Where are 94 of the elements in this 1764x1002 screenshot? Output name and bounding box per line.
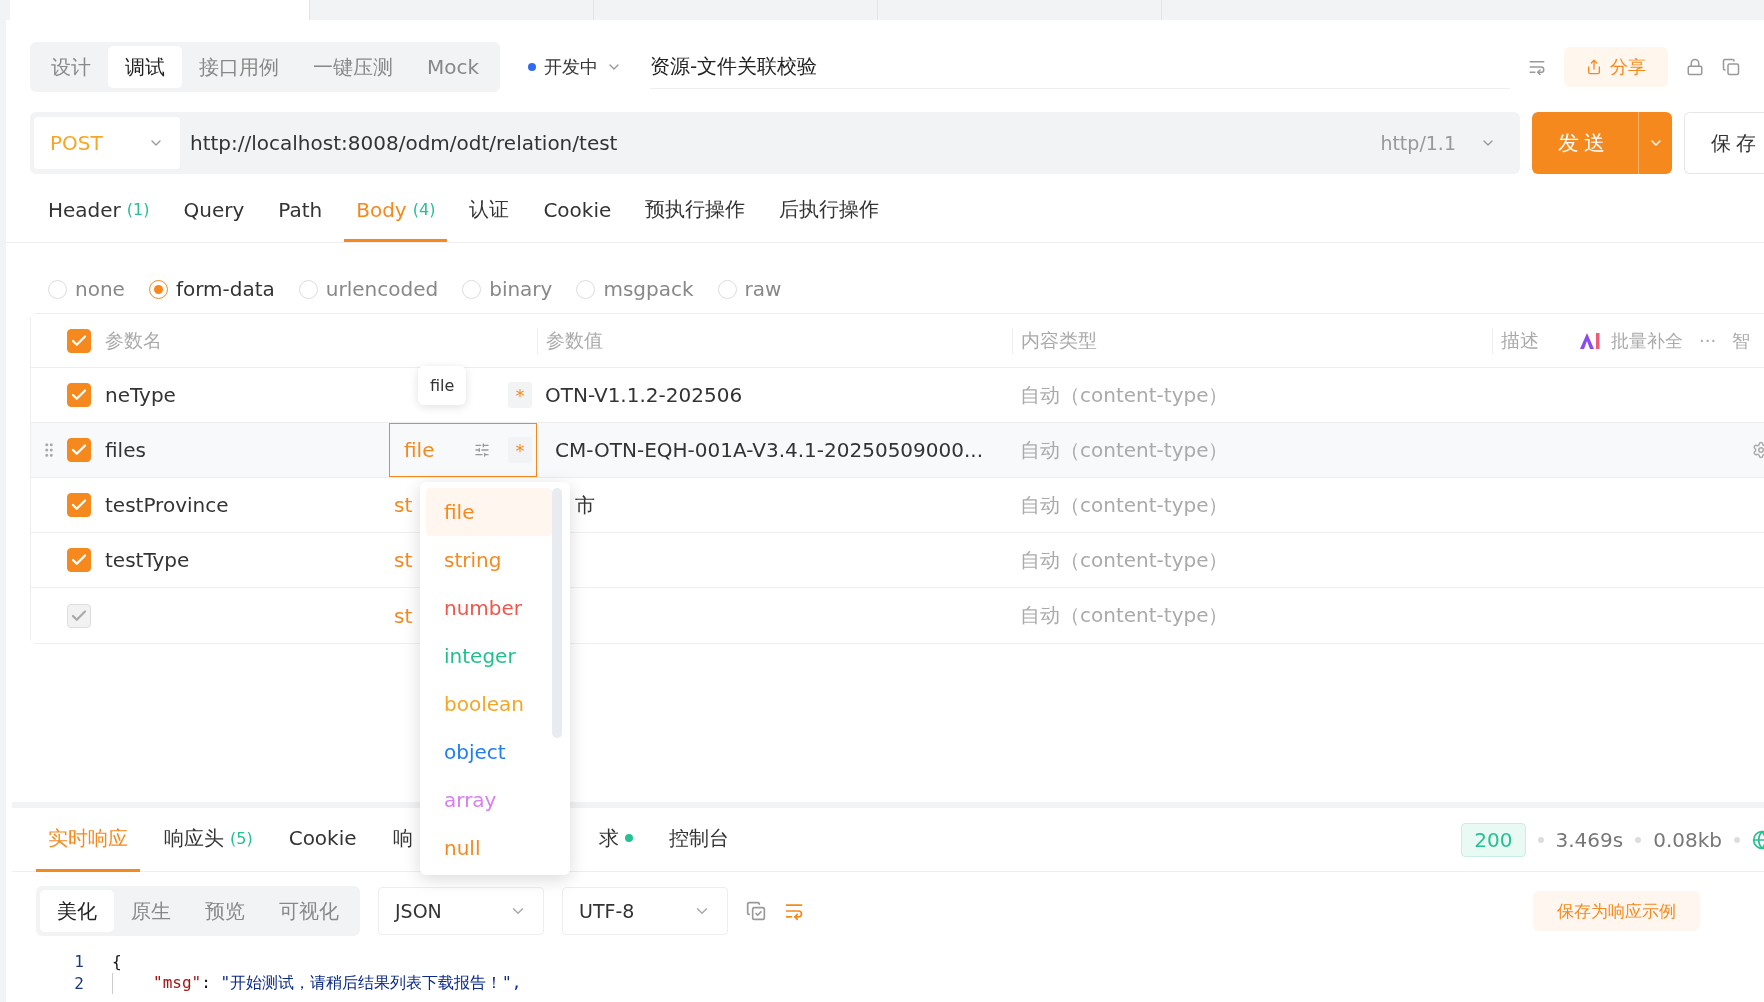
type-option[interactable]: number xyxy=(426,584,552,632)
content-type: 自动（content-type） xyxy=(1019,546,1230,574)
content-type: 自动（content-type） xyxy=(1019,381,1230,409)
request-tab[interactable]: Header (1) xyxy=(36,182,162,242)
select-all-checkbox[interactable] xyxy=(67,328,91,353)
copy-icon[interactable] xyxy=(1722,58,1740,76)
column-header: 参数名 xyxy=(104,327,163,353)
response-tab[interactable]: Cookie xyxy=(276,807,369,872)
response-tab[interactable]: 求 xyxy=(586,807,645,872)
api-title: 资源-文件关联校验 xyxy=(650,45,1510,89)
type-tooltip: file xyxy=(418,366,467,405)
param-value: OTN-V1.1.2-202506 xyxy=(544,383,744,407)
content-type: 自动（content-type） xyxy=(1019,491,1230,519)
share-icon xyxy=(1586,59,1602,75)
row-checkbox[interactable] xyxy=(67,548,91,572)
param-name: testProvince xyxy=(104,493,230,517)
save-example-button[interactable]: 保存为响应示例 xyxy=(1533,891,1700,931)
ai-icon[interactable] xyxy=(1579,331,1601,350)
type-option[interactable]: string xyxy=(426,536,552,584)
method-select[interactable]: POST xyxy=(34,117,180,169)
type-option[interactable]: boolean xyxy=(426,680,552,728)
request-tab[interactable]: Query xyxy=(171,182,257,242)
response-tab[interactable]: 控制台 xyxy=(656,807,741,872)
status-dropdown[interactable]: 开发中 xyxy=(518,55,633,79)
batch-complete-button[interactable]: 批量补全 xyxy=(1611,328,1683,353)
column-header: 描述 xyxy=(1492,327,1539,354)
mode-tab[interactable]: 设计 xyxy=(34,46,108,88)
body-type-radio[interactable]: msgpack xyxy=(576,265,694,313)
type-option[interactable]: null xyxy=(426,824,552,872)
param-type: st xyxy=(394,548,413,572)
param-name: neType xyxy=(104,383,177,407)
required-marker[interactable]: * xyxy=(508,382,532,408)
copy-icon[interactable] xyxy=(746,901,766,921)
view-mode-tab[interactable]: 美化 xyxy=(40,890,114,932)
mode-tab[interactable]: 接口用例 xyxy=(182,46,296,88)
type-option[interactable]: file xyxy=(426,488,552,536)
content-type: 自动（content-type） xyxy=(1019,602,1230,629)
save-button[interactable]: 保存 xyxy=(1684,112,1764,174)
mode-tab[interactable]: 一键压测 xyxy=(296,46,410,88)
status-code: 200 xyxy=(1461,822,1526,857)
request-tab[interactable]: 认证 xyxy=(457,182,522,242)
response-tab[interactable]: 响 xyxy=(380,807,425,872)
request-tab[interactable]: Path xyxy=(266,182,335,242)
request-tab[interactable]: 后执行操作 xyxy=(767,182,892,242)
row-checkbox[interactable] xyxy=(67,493,91,517)
body-type-radio[interactable]: raw xyxy=(717,265,782,313)
view-mode-tab[interactable]: 预览 xyxy=(188,890,262,932)
request-tab[interactable]: 预执行操作 xyxy=(633,182,758,242)
param-value: 市 xyxy=(574,491,596,519)
body-type-radio[interactable]: binary xyxy=(462,265,553,313)
body-type-radio[interactable]: none xyxy=(48,265,125,313)
request-tab[interactable]: Cookie xyxy=(531,182,624,242)
code-line: { xyxy=(112,951,122,971)
type-option[interactable]: object xyxy=(426,728,552,776)
param-name: testType xyxy=(104,548,191,572)
content-type: 自动（content-type） xyxy=(1019,436,1230,464)
body-type-radio[interactable]: urlencoded xyxy=(298,265,439,313)
line-number: 1 xyxy=(73,951,85,971)
response-size: 0.08kb xyxy=(1653,827,1722,852)
type-option[interactable]: array xyxy=(426,776,552,824)
share-button[interactable]: 分享 xyxy=(1564,47,1668,87)
encoding-select[interactable]: UTF-8 xyxy=(562,887,728,935)
protocol-select[interactable]: http/1.1 xyxy=(1374,131,1516,155)
param-value: CM-OTN-EQH-001A-V3.4.1-20250509000... xyxy=(554,438,985,462)
column-header: 参数值 xyxy=(537,327,1012,354)
param-type: st xyxy=(394,603,413,628)
view-mode-tab[interactable]: 可视化 xyxy=(262,890,356,932)
type-select[interactable]: file * xyxy=(389,423,537,477)
param-type: st xyxy=(394,493,413,517)
param-name: files xyxy=(104,438,147,462)
lock-icon[interactable] xyxy=(1686,58,1704,76)
more-button[interactable]: ··· xyxy=(1699,330,1717,351)
settings-icon[interactable] xyxy=(474,442,490,458)
mode-tab[interactable]: 调试 xyxy=(108,46,182,88)
response-time: 3.469s xyxy=(1555,827,1624,852)
line-number: 2 xyxy=(73,973,85,993)
request-tab[interactable]: Body (4) xyxy=(344,182,448,242)
code-line: "msg": "开始测试，请稍后结果列表下载报告！", xyxy=(112,972,522,994)
row-checkbox[interactable] xyxy=(67,438,91,462)
response-tab[interactable]: 响应头 (5) xyxy=(152,807,265,872)
edit-icon[interactable] xyxy=(1528,58,1546,76)
column-header: 内容类型 xyxy=(1012,327,1492,354)
response-tab[interactable]: 实时响应 xyxy=(36,807,140,872)
mode-tab[interactable]: Mock xyxy=(410,46,497,88)
row-checkbox[interactable] xyxy=(67,383,91,407)
type-option[interactable]: integer xyxy=(426,632,552,680)
format-select[interactable]: JSON xyxy=(378,887,544,935)
smart-button[interactable]: 智 xyxy=(1732,328,1751,353)
send-button[interactable]: 发送 xyxy=(1532,112,1672,174)
view-mode-tab[interactable]: 原生 xyxy=(114,890,188,932)
wrap-icon[interactable] xyxy=(784,901,804,921)
url-field[interactable]: http://localhost:8008/odm/odt/relation/test xyxy=(180,131,1375,155)
required-marker[interactable]: * xyxy=(508,437,532,463)
body-type-radio[interactable]: form-data xyxy=(148,265,275,313)
